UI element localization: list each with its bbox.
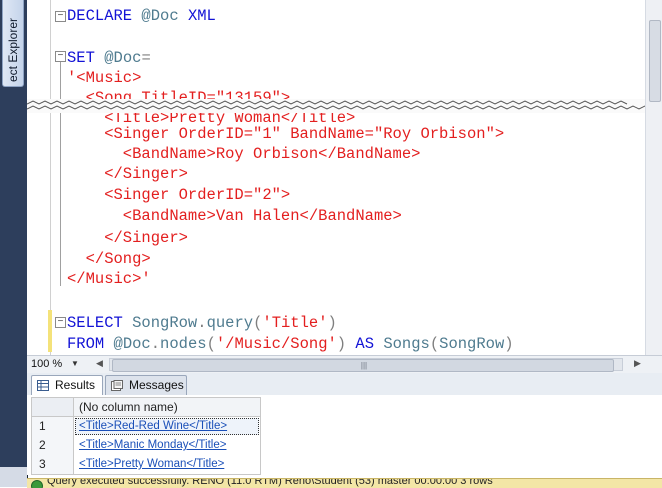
xml-result-link[interactable]: <Title>Red-Red Wine</Title> — [79, 417, 227, 436]
collapse-toggle-set[interactable]: − — [55, 51, 66, 62]
xml-result-link[interactable]: <Title>Pretty Woman</Title> — [79, 455, 224, 474]
code-line[interactable]: <Singer OrderID="2"> — [67, 185, 290, 205]
code-token: . — [197, 314, 207, 332]
code-token: </Singer> — [67, 165, 188, 183]
status-text: Query executed successfully. RENO (11.0 … — [47, 478, 493, 487]
table-row[interactable]: 3 <Title>Pretty Woman</Title> — [31, 455, 261, 475]
code-token: @Doc — [104, 49, 142, 67]
tab-results-label: Results — [55, 378, 96, 392]
code-token: '/Music/Song' — [215, 335, 337, 353]
code-token: @Doc — [113, 335, 151, 353]
code-token: XML — [187, 7, 216, 25]
code-token: Songs — [383, 335, 430, 353]
collapse-guide-line — [60, 62, 61, 286]
horizontal-scroll-thumb[interactable]: ||| — [112, 359, 614, 372]
messages-icon — [111, 380, 123, 391]
code-line[interactable]: </Song> — [67, 249, 151, 269]
code-token: ( — [253, 314, 263, 332]
left-dock-strip: ect Explorer — [0, 0, 28, 487]
code-token: FROM — [67, 335, 114, 353]
vertical-scroll-thumb[interactable] — [649, 20, 661, 102]
column-header[interactable]: (No column name) — [79, 398, 178, 416]
zoom-level[interactable]: 100 % — [31, 357, 71, 371]
code-token: nodes — [160, 335, 207, 353]
code-token: 'Title' — [262, 314, 328, 332]
code-token: SongRow — [132, 314, 198, 332]
horizontal-scroll-track[interactable]: ||| — [109, 358, 623, 372]
code-line[interactable]: <BandName>Roy Orbison</BandName> — [67, 144, 421, 164]
code-line[interactable]: SELECT SongRow.query('Title') — [67, 313, 337, 333]
code-token: ( — [429, 335, 440, 353]
code-token: </Song> — [67, 250, 151, 268]
table-row[interactable]: 1 <Title>Red-Red Wine</Title> — [31, 417, 261, 437]
code-token: SongRow — [439, 335, 505, 353]
code-token: <Singer OrderID="1" BandName="Roy Orbiso… — [67, 125, 505, 143]
table-row[interactable]: 2 <Title>Manic Monday</Title> — [31, 436, 261, 456]
code-line[interactable]: FROM @Doc.nodes('/Music/Song') AS Songs(… — [67, 334, 514, 354]
results-tab-strip: Results Messages — [27, 373, 662, 396]
torn-edge-divider — [27, 99, 645, 113]
code-line[interactable]: <BandName>Van Halen</BandName> — [67, 206, 402, 226]
scroll-left-icon[interactable]: ◀ — [93, 357, 106, 370]
object-explorer-tab-label: ect Explorer — [6, 17, 20, 82]
results-grid[interactable]: (No column name) 1 <Title>Red-Red Wine</… — [27, 395, 662, 475]
code-line[interactable]: </Music>' — [67, 269, 151, 289]
code-token: ) — [336, 335, 356, 353]
collapse-toggle-declare[interactable]: − — [55, 11, 66, 22]
row-number[interactable]: 2 — [32, 436, 74, 455]
code-token: query — [206, 314, 254, 332]
tab-messages[interactable]: Messages — [105, 375, 187, 395]
collapse-toggle-select[interactable]: − — [55, 317, 66, 328]
code-token: </Music>' — [67, 270, 151, 288]
scroll-grip-icon: ||| — [360, 361, 368, 370]
code-line[interactable]: <Singer OrderID="1" BandName="Roy Orbiso… — [67, 124, 504, 144]
change-tracking-bar — [48, 310, 52, 352]
query-editor[interactable]: − − − DECLARE @Doc XML SET @Doc= '<Music> … — [27, 0, 646, 355]
code-token: AS — [355, 335, 384, 353]
grid-corner-cell[interactable] — [32, 398, 74, 416]
code-token: </Singer> — [67, 229, 188, 247]
code-line[interactable]: DECLARE @Doc XML — [67, 6, 216, 26]
code-line[interactable]: </Singer> — [67, 164, 188, 184]
tab-messages-label: Messages — [129, 378, 184, 392]
grid-header-row: (No column name) — [31, 397, 261, 417]
code-token: ) — [327, 314, 337, 332]
code-token: @Doc — [141, 7, 188, 25]
code-token: ( — [206, 335, 216, 353]
dock-bottom-panel — [0, 467, 27, 487]
tab-results[interactable]: Results — [31, 375, 103, 396]
code-token: <Singer OrderID="2"> — [67, 186, 291, 204]
code-token: ) — [504, 335, 514, 353]
grid-icon — [37, 380, 49, 391]
code-token: <BandName>Roy Orbison</BandName> — [67, 145, 421, 163]
object-explorer-tab[interactable]: ect Explorer — [2, 0, 24, 87]
zoom-dropdown-icon[interactable]: ▼ — [69, 357, 81, 371]
code-token: SET — [67, 49, 105, 67]
code-token: = — [141, 49, 151, 67]
code-line[interactable]: '<Music> — [67, 68, 141, 88]
code-token: SELECT — [67, 314, 133, 332]
code-line[interactable]: SET @Doc= — [67, 48, 151, 68]
editor-margin-line — [50, 0, 51, 355]
editor-status-strip: 100 % ▼ ◀ ||| ▶ — [27, 355, 662, 374]
code-line[interactable]: </Singer> — [67, 228, 188, 248]
xml-result-link[interactable]: <Title>Manic Monday</Title> — [79, 436, 226, 455]
scroll-right-icon[interactable]: ▶ — [631, 357, 644, 370]
code-token: <BandName>Van Halen</BandName> — [67, 207, 402, 225]
row-number[interactable]: 3 — [32, 455, 74, 474]
code-token: DECLARE — [67, 7, 142, 25]
row-number[interactable]: 1 — [32, 417, 74, 436]
code-token: . — [150, 335, 161, 353]
editor-vertical-scrollbar[interactable] — [645, 0, 662, 355]
code-token: '<Music> — [67, 69, 142, 87]
